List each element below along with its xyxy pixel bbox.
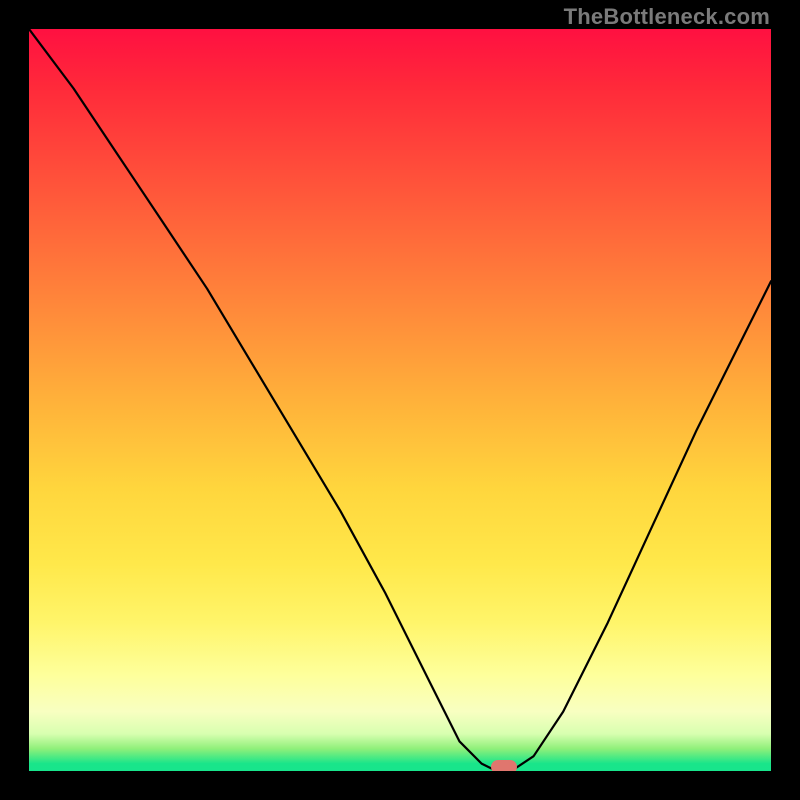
optimal-marker bbox=[491, 760, 517, 771]
background-gradient bbox=[29, 29, 771, 771]
plot-area bbox=[29, 29, 771, 771]
watermark-text: TheBottleneck.com bbox=[564, 4, 770, 30]
chart-frame: TheBottleneck.com bbox=[0, 0, 800, 800]
